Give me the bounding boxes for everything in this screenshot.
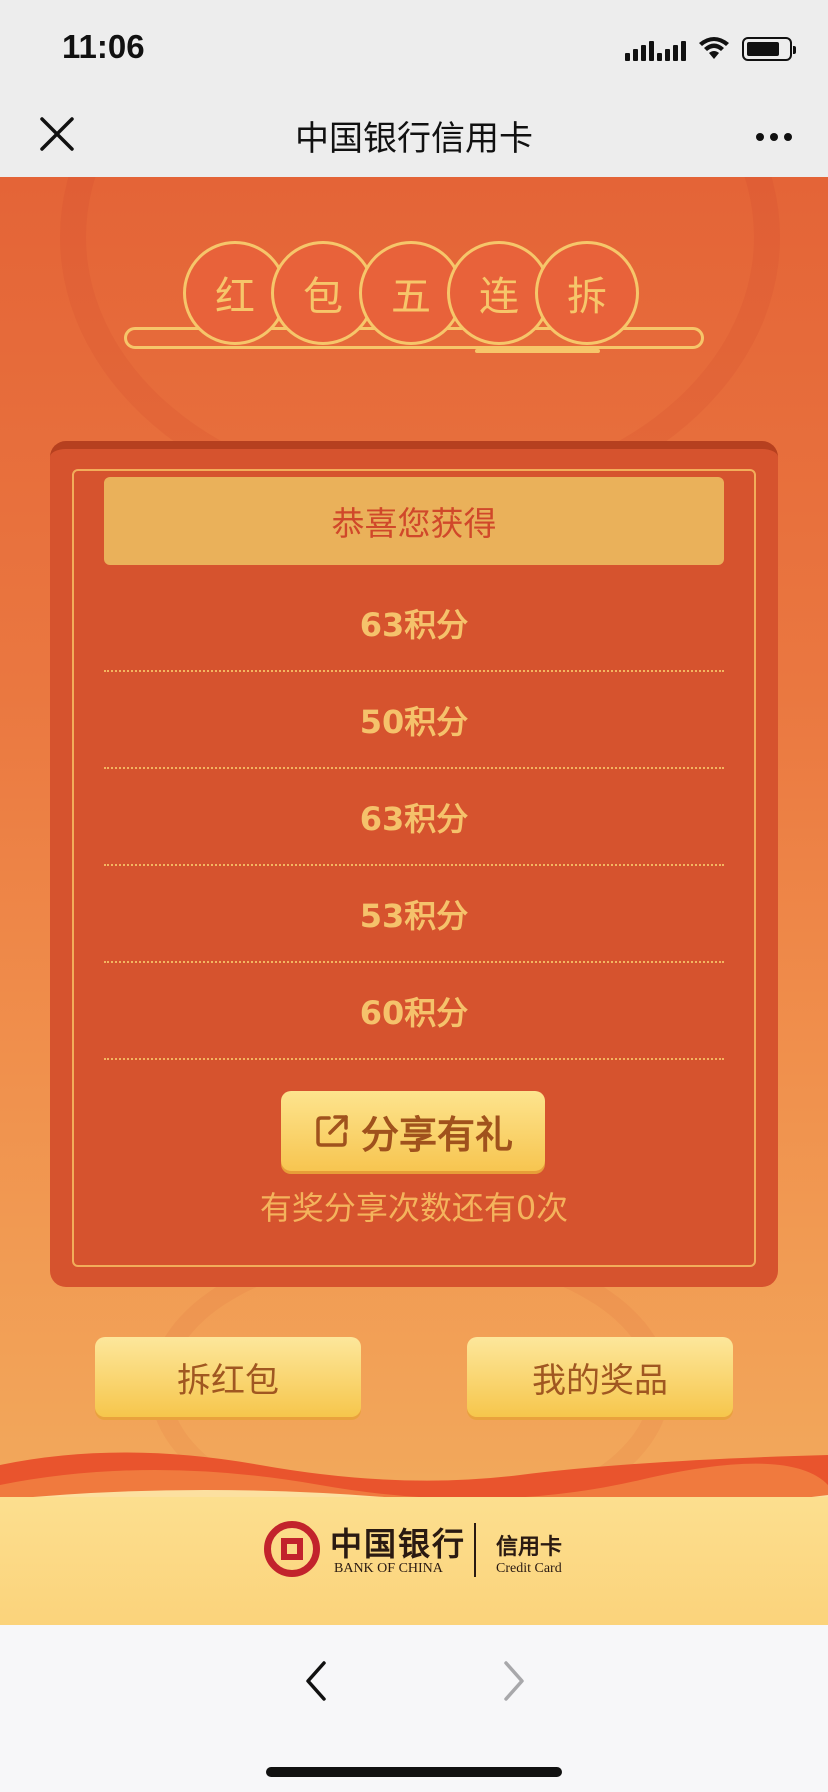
signal-icon bbox=[625, 37, 686, 61]
prize-list: 63积分 50积分 63积分 53积分 60积分 bbox=[104, 575, 724, 1060]
prize-item: 53积分 bbox=[104, 866, 724, 963]
status-icons bbox=[625, 34, 796, 64]
my-prizes-button[interactable]: 我的奖品 bbox=[467, 1337, 733, 1417]
browser-toolbar bbox=[0, 1625, 828, 1792]
bank-of-china-logo-icon bbox=[264, 1521, 320, 1577]
home-indicator bbox=[266, 1767, 562, 1777]
status-bar: 11:06 bbox=[0, 0, 828, 95]
share-icon bbox=[316, 1115, 348, 1147]
more-button[interactable] bbox=[750, 117, 798, 157]
more-dot bbox=[756, 133, 764, 141]
prize-card: 恭喜您获得 63积分 50积分 63积分 53积分 60积分 分享有礼 有奖分享… bbox=[50, 441, 778, 1287]
battery-icon bbox=[742, 37, 796, 61]
red-packet-page: 红 包 五 连 拆 恭喜您获得 63积分 50积分 63积分 53积分 60积分… bbox=[0, 177, 828, 1625]
chevron-right-icon bbox=[504, 1661, 524, 1701]
back-button[interactable] bbox=[296, 1655, 336, 1707]
brand-name-cn: 中国银行 bbox=[330, 1525, 467, 1563]
share-button-label: 分享有礼 bbox=[360, 1112, 513, 1157]
brand-divider bbox=[474, 1523, 476, 1577]
chevron-left-icon bbox=[306, 1661, 326, 1701]
share-button[interactable]: 分享有礼 bbox=[281, 1091, 545, 1171]
title-decoration bbox=[475, 349, 600, 353]
status-time: 11:06 bbox=[62, 28, 145, 65]
open-packet-button[interactable]: 拆红包 bbox=[95, 1337, 361, 1417]
nav-bar: 中国银行信用卡 bbox=[0, 95, 828, 177]
prize-item: 63积分 bbox=[104, 769, 724, 866]
forward-button[interactable] bbox=[494, 1655, 534, 1707]
congrats-header: 恭喜您获得 bbox=[104, 477, 724, 565]
prize-item: 50积分 bbox=[104, 672, 724, 769]
more-dot bbox=[770, 133, 778, 141]
page-title: 中国银行信用卡 bbox=[295, 119, 533, 159]
title-char: 拆 bbox=[535, 241, 639, 345]
event-title: 红 包 五 连 拆 bbox=[183, 241, 639, 345]
wifi-icon bbox=[699, 37, 729, 59]
share-count-note: 有奖分享次数还有0次 bbox=[259, 1189, 569, 1227]
product-name-en: Credit Card bbox=[496, 1561, 562, 1576]
prize-item: 60积分 bbox=[104, 963, 724, 1060]
prize-card-frame: 恭喜您获得 63积分 50积分 63积分 53积分 60积分 分享有礼 有奖分享… bbox=[72, 469, 756, 1267]
more-dot bbox=[784, 133, 792, 141]
prize-item: 63积分 bbox=[104, 575, 724, 672]
brand-footer: 中国银行 BANK OF CHINA 信用卡 Credit Card bbox=[0, 1497, 828, 1625]
brand-name-en: BANK OF CHINA bbox=[334, 1561, 443, 1576]
product-name-cn: 信用卡 bbox=[496, 1534, 563, 1560]
